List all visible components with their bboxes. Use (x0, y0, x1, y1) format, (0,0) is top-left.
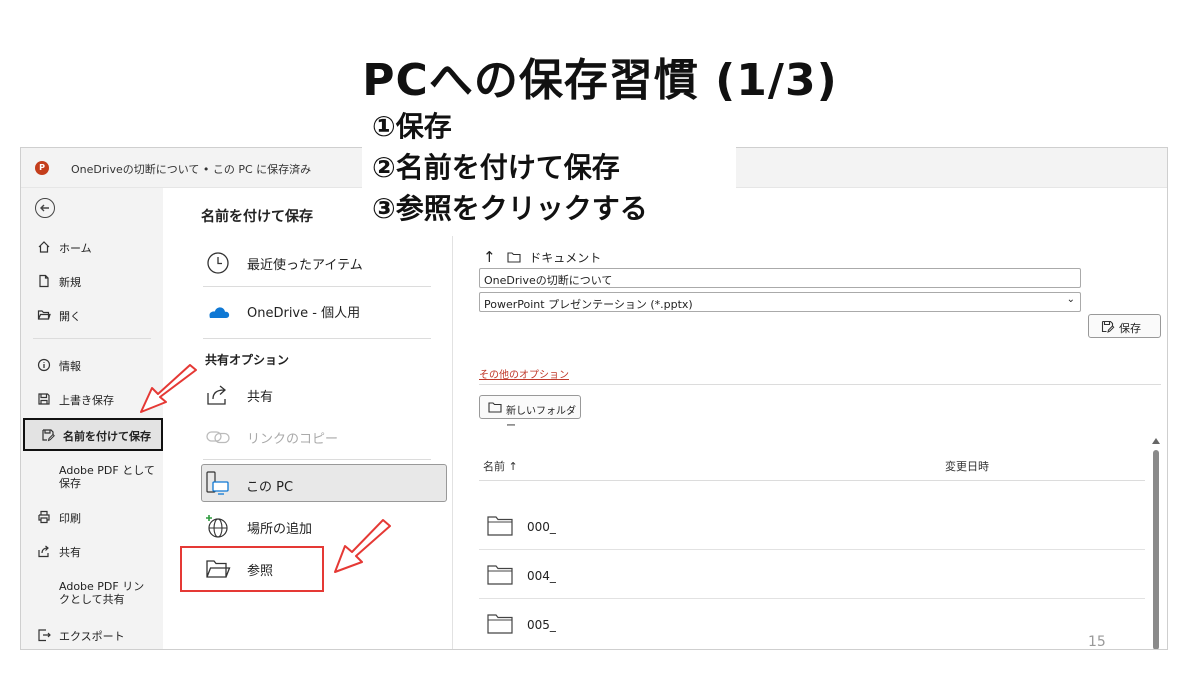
sidebar-item-share[interactable]: 共有 (21, 536, 163, 566)
file-name: 000_ (527, 520, 556, 534)
column-header-name[interactable]: 名前 ↑ (483, 458, 518, 474)
sidebar-item-open[interactable]: 開く (21, 300, 163, 330)
document-title: OneDriveの切断について • この PC に保存済み (71, 163, 312, 176)
sidebar-item-label: 情報 (59, 360, 81, 373)
filetype-select[interactable]: PowerPoint プレゼンテーション (*.pptx) ⌄ (479, 292, 1081, 312)
panel-heading: 名前を付けて保存 (201, 209, 313, 225)
sidebar-item-adobe-pdf-link[interactable]: Adobe PDF リンクとして共有 (21, 576, 163, 610)
callout-step-2: ②名前を付けて保存 (372, 151, 620, 184)
location-add-place[interactable]: 場所の追加 (203, 506, 447, 546)
sidebar-item-label: Adobe PDF として保存 (59, 464, 155, 490)
path-label: ドキュメント (529, 251, 602, 265)
chevron-down-icon: ⌄ (1066, 294, 1075, 305)
location-label: 最近使ったアイテム (247, 258, 363, 273)
location-this-pc[interactable]: この PC (201, 464, 447, 502)
location-label: 共有 (247, 390, 274, 405)
divider (479, 384, 1161, 385)
instruction-callout: ①保存 ②名前を付けて保存 ③参照をクリックする (362, 103, 736, 236)
location-label: この PC (246, 480, 294, 495)
onedrive-cloud-icon (209, 307, 230, 318)
sidebar-item-label: ホーム (59, 242, 92, 255)
backstage-sidebar: ホーム 新規 開く 情報 上書き保存 名前を付けて保存 Adobe PDF とし… (21, 188, 163, 649)
back-arrow-icon[interactable] (35, 198, 55, 218)
save-button-label: 保存 (1119, 322, 1141, 335)
sidebar-item-label: 印刷 (59, 512, 81, 525)
slide-title: PCへの保存習慣 (1/3) (362, 55, 838, 106)
new-file-icon (39, 274, 49, 288)
sidebar-item-adobe-pdf-save[interactable]: Adobe PDF として保存 (21, 460, 163, 494)
print-icon (38, 510, 50, 524)
export-icon (38, 629, 51, 642)
filetype-value: PowerPoint プレゼンテーション (*.pptx) (484, 298, 693, 311)
file-row[interactable]: 000_ (479, 502, 1145, 550)
location-label: リンクのコピー (247, 432, 339, 447)
save-button[interactable]: 保存 (1088, 314, 1161, 338)
powerpoint-app-icon: P (35, 161, 49, 175)
save-icon (38, 393, 50, 405)
callout-step-1: ①保存 (372, 110, 452, 143)
slide: PCへの保存習慣 (1/3) P OneDriveの切断について • この PC… (0, 0, 1200, 675)
sidebar-item-export[interactable]: エクスポート (21, 620, 163, 649)
scrollbar-thumb[interactable] (1153, 450, 1159, 649)
sidebar-divider (33, 338, 151, 339)
folder-icon (507, 252, 521, 263)
globe-add-icon (206, 515, 228, 538)
share-icon (207, 385, 227, 405)
filename-input[interactable]: OneDriveの切断について (479, 268, 1081, 288)
location-share[interactable]: 共有 (203, 374, 447, 414)
annotation-arrow-icon (140, 364, 197, 413)
file-row[interactable]: 004_ (479, 551, 1145, 599)
folder-icon (487, 516, 513, 536)
location-recent[interactable]: 最近使ったアイテム (203, 242, 447, 282)
file-name: 005_ (527, 618, 556, 632)
sidebar-item-label: Adobe PDF リンクとして共有 (59, 580, 145, 606)
new-folder-button[interactable]: 新しいフォルダー (479, 395, 581, 432)
sidebar-item-label: エクスポート (59, 630, 125, 643)
sidebar-item-label: 新規 (59, 276, 81, 289)
divider (203, 286, 431, 287)
divider (479, 480, 1145, 481)
clock-icon (207, 252, 229, 274)
location-onedrive[interactable]: OneDrive - 個人用 (203, 290, 447, 330)
annotation-arrow-icon (334, 519, 391, 573)
folder-icon (487, 565, 513, 585)
browse-highlight-box (180, 546, 324, 592)
more-options-link[interactable]: その他のオプション (479, 366, 569, 381)
link-icon (206, 431, 230, 444)
folder-icon (487, 614, 513, 634)
new-folder-label: 新しいフォルダー (506, 406, 576, 432)
sidebar-item-save-as[interactable]: 名前を付けて保存 (23, 418, 163, 451)
sidebar-item-label: 開く (59, 310, 81, 323)
save-as-icon (1101, 320, 1115, 333)
share-icon (38, 545, 49, 558)
sidebar-item-home[interactable]: ホーム (21, 232, 163, 262)
open-folder-icon (37, 310, 51, 320)
up-arrow-icon[interactable]: ↑ (483, 248, 496, 266)
file-name: 004_ (527, 569, 556, 583)
sidebar-item-label: 名前を付けて保存 (63, 430, 151, 443)
folder-icon (488, 402, 502, 413)
column-header-modified[interactable]: 変更日時 (945, 458, 989, 474)
file-row[interactable]: 005_ (479, 600, 1145, 648)
location-copy-link: リンクのコピー (203, 416, 447, 456)
save-as-icon (42, 429, 55, 442)
info-icon (37, 358, 51, 372)
sidebar-item-print[interactable]: 印刷 (21, 502, 163, 532)
divider (203, 338, 431, 339)
folder-path[interactable]: ↑ ドキュメント (483, 248, 601, 266)
sidebar-item-new[interactable]: 新規 (21, 266, 163, 296)
computer-icon (206, 471, 229, 495)
location-label: OneDrive - 個人用 (247, 306, 361, 321)
sidebar-item-label: 共有 (59, 546, 81, 559)
sidebar-item-label: 上書き保存 (59, 394, 114, 407)
share-options-heading: 共有オプション (205, 353, 290, 367)
location-label: 場所の追加 (247, 522, 313, 537)
divider (203, 459, 431, 460)
home-icon (38, 241, 50, 253)
save-details-pane: ↑ ドキュメント OneDriveの切断について PowerPoint プレゼン… (453, 188, 1167, 649)
callout-step-3: ③参照をクリックする (372, 192, 648, 225)
page-number: 15 (1088, 634, 1106, 650)
scroll-up-arrow-icon[interactable] (1152, 438, 1160, 444)
